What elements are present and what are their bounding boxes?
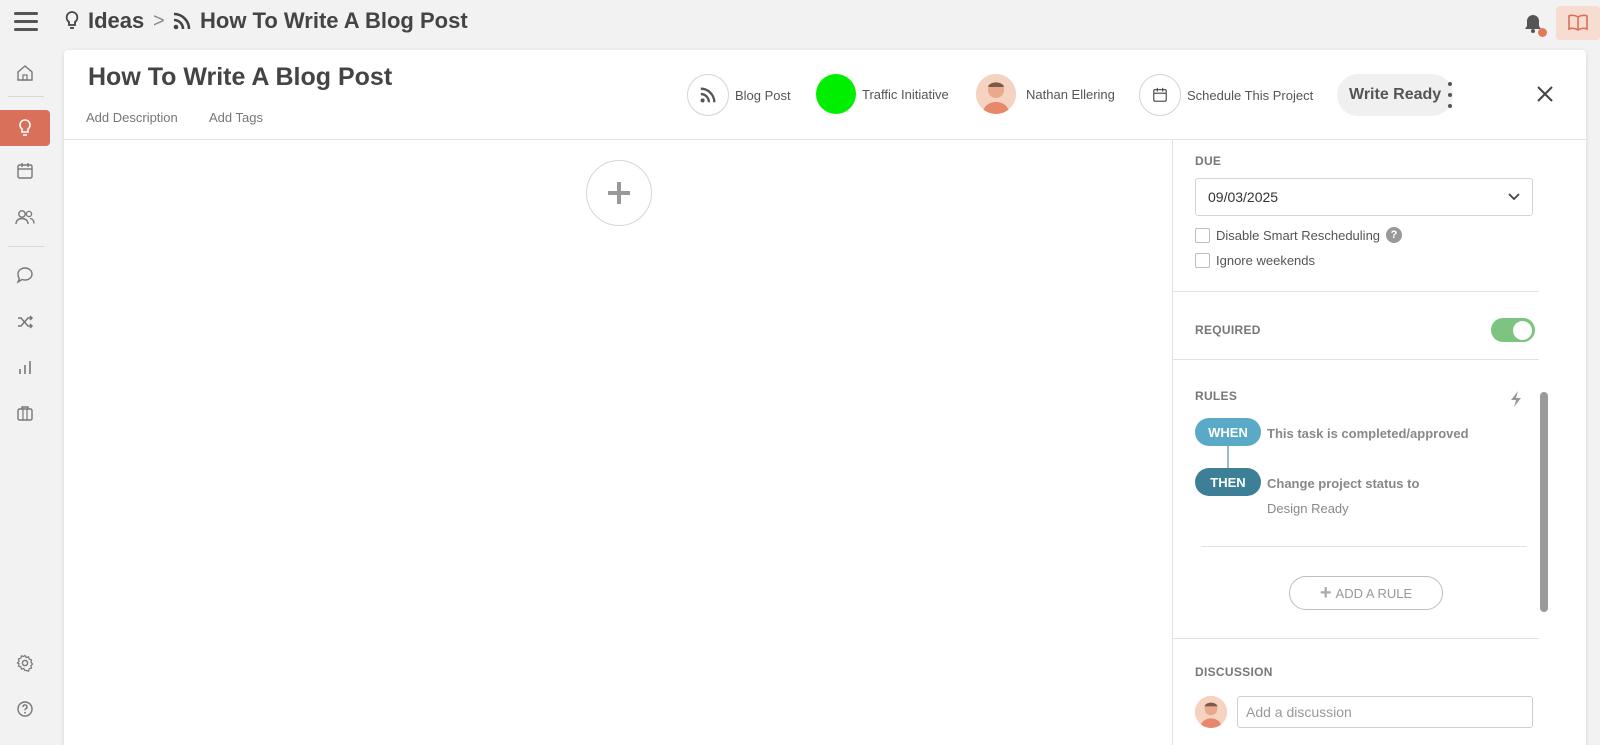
owner-name: Nathan Ellering: [1026, 86, 1115, 102]
add-description-link[interactable]: Add Description: [86, 110, 178, 125]
toggle-knob: [1513, 320, 1532, 340]
nav-divider: [8, 246, 44, 247]
chat-icon: [16, 267, 33, 284]
plus-icon: +: [1319, 581, 1332, 604]
rule-connector: [1227, 446, 1229, 470]
add-block-button[interactable]: [586, 160, 652, 226]
section-divider: [1173, 638, 1539, 639]
discussion-label: DISCUSSION: [1195, 665, 1273, 679]
add-tags-link[interactable]: Add Tags: [209, 110, 263, 125]
notification-badge: [1538, 28, 1547, 37]
home-icon: [17, 65, 33, 81]
left-nav: [0, 50, 52, 745]
breadcrumb-ideas[interactable]: Ideas: [64, 8, 144, 34]
nav-chat[interactable]: [0, 257, 50, 293]
section-divider: [1173, 359, 1539, 360]
avatar: [1195, 696, 1227, 728]
nav-divider: [8, 96, 44, 97]
due-date-select[interactable]: 09/03/2025: [1195, 178, 1533, 216]
then-badge: THEN: [1195, 468, 1261, 496]
content-type-icon-wrap: [687, 74, 729, 116]
close-icon[interactable]: [1534, 83, 1556, 105]
schedule-icon-wrap: [1139, 74, 1181, 116]
disable-smart-label: Disable Smart Rescheduling: [1216, 227, 1381, 243]
breadcrumb-current: How To Write A Blog Post: [172, 8, 468, 34]
then-action-value: Design Ready: [1267, 501, 1349, 516]
avatar: [976, 74, 1016, 114]
plus-icon: [608, 182, 630, 204]
chevron-down-icon: [1508, 193, 1520, 201]
hamburger-menu-icon[interactable]: [14, 12, 38, 32]
schedule-label: Schedule This Project: [1187, 87, 1314, 103]
rules-label: RULES: [1195, 389, 1238, 403]
briefcase-icon: [17, 406, 33, 421]
content-type-chip[interactable]: Blog Post: [687, 74, 791, 116]
ignore-weekends-checkbox[interactable]: [1195, 253, 1210, 268]
campaign-label: Traffic Initiative: [862, 86, 949, 102]
nav-analytics[interactable]: [0, 349, 50, 385]
people-icon: [15, 210, 35, 225]
required-toggle[interactable]: [1491, 318, 1535, 342]
nav-people[interactable]: [0, 199, 50, 235]
content-type-label: Blog Post: [735, 87, 791, 103]
sidebar-scrollbar[interactable]: [1538, 140, 1586, 745]
required-label: REQUIRED: [1195, 323, 1261, 337]
gear-icon: [16, 654, 34, 672]
campaign-chip[interactable]: Traffic Initiative: [816, 74, 949, 114]
project-panel: How To Write A Blog Post Add Description…: [64, 50, 1586, 745]
lightbulb-icon: [65, 11, 79, 29]
nav-help[interactable]: [0, 691, 50, 727]
ignore-weekends-row: Ignore weekends: [1195, 253, 1315, 268]
nav-settings[interactable]: [0, 645, 50, 681]
nav-home[interactable]: [0, 55, 50, 91]
book-icon: [1568, 14, 1588, 31]
add-rule-button[interactable]: + ADD A RULE: [1289, 576, 1443, 610]
schedule-chip[interactable]: Schedule This Project: [1139, 74, 1313, 116]
rules-divider: [1201, 546, 1527, 547]
rss-icon: [700, 87, 716, 103]
lightbulb-icon: [19, 119, 31, 136]
rss-icon: [173, 12, 191, 30]
shuffle-icon: [18, 315, 34, 329]
nav-ideas[interactable]: [0, 110, 50, 146]
campaign-color-dot: [816, 74, 856, 114]
calendar-icon: [1153, 87, 1167, 102]
status-badge[interactable]: Write Ready: [1337, 74, 1454, 116]
top-bar: Ideas > How To Write A Blog Post: [0, 0, 1600, 44]
due-label: DUE: [1195, 154, 1222, 168]
task-sidebar: DUE 09/03/2025 Disable Smart Reschedulin…: [1172, 140, 1539, 745]
bar-chart-icon: [19, 361, 31, 374]
when-badge: WHEN: [1195, 418, 1261, 446]
breadcrumb-ideas-label: Ideas: [88, 8, 145, 33]
disable-smart-row: Disable Smart Rescheduling ?: [1195, 227, 1403, 243]
add-rule-label: ADD A RULE: [1335, 585, 1413, 601]
nav-shuffle[interactable]: [0, 304, 50, 340]
project-title[interactable]: How To Write A Blog Post: [88, 63, 392, 92]
lightning-icon[interactable]: [1509, 390, 1523, 408]
disable-smart-checkbox[interactable]: [1195, 227, 1210, 243]
help-icon[interactable]: ?: [1386, 227, 1403, 243]
more-options-icon[interactable]: [1440, 82, 1460, 108]
discussion-input[interactable]: [1237, 696, 1533, 728]
owner-chip[interactable]: Nathan Ellering: [976, 74, 1115, 114]
breadcrumb-separator: >: [153, 10, 165, 32]
project-header: How To Write A Blog Post Add Description…: [64, 50, 1586, 140]
nav-calendar[interactable]: [0, 153, 50, 189]
book-button[interactable]: [1556, 6, 1600, 40]
calendar-icon: [17, 163, 33, 179]
help-circle-icon: [17, 701, 33, 717]
nav-briefcase[interactable]: [0, 395, 50, 431]
breadcrumb-current-label: How To Write A Blog Post: [200, 8, 468, 33]
due-date-value: 09/03/2025: [1208, 189, 1279, 205]
section-divider: [1173, 291, 1539, 292]
when-condition[interactable]: This task is completed/approved: [1267, 426, 1469, 441]
ignore-weekends-label: Ignore weekends: [1216, 253, 1316, 268]
scrollbar-thumb[interactable]: [1540, 392, 1548, 612]
then-action[interactable]: Change project status to: [1267, 476, 1419, 491]
